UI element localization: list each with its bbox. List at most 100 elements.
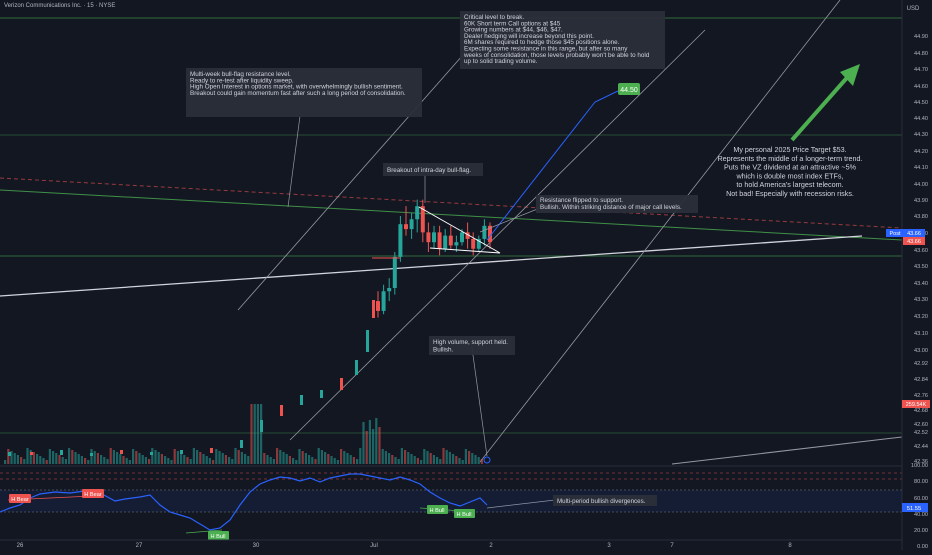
volume-bar (407, 452, 410, 464)
volume-bar (400, 448, 403, 464)
price-tick-label: 44.80 (914, 51, 928, 57)
volume-bar (298, 449, 301, 464)
volume-bar (199, 452, 202, 464)
candle-body (482, 225, 487, 239)
volume-bar (343, 451, 346, 464)
volume-bar (471, 453, 474, 464)
volume-bar (365, 431, 368, 464)
volume-bar (324, 452, 327, 464)
rsi-bear-label-1: H Bear (11, 497, 29, 503)
volume-bar (180, 453, 183, 464)
annotation-intraday[interactable]: Breakout of intra-day bull-flag. (383, 163, 483, 176)
volume-bar (103, 457, 106, 464)
price-tick-label: 42.92 (914, 361, 928, 367)
volume-bar (458, 458, 461, 464)
volume-bar (132, 449, 135, 464)
volume-bar (250, 404, 253, 464)
price-tick-label: 42.84 (914, 377, 928, 383)
annotation-critical[interactable]: Critical level to break. 60K Short term C… (460, 11, 665, 69)
volume-bar (135, 451, 138, 464)
volume-bar (13, 453, 16, 464)
volume-bar (359, 448, 362, 464)
annotation-intraday-text: Breakout of intra-day bull-flag. (387, 167, 471, 174)
volume-bar (58, 455, 61, 464)
volume-bar (362, 422, 365, 464)
rsi-bull-label-2: H Bull (457, 512, 472, 518)
volume-bar (55, 453, 58, 464)
annotation-multiweek[interactable]: Multi-week bull-flag resistance level. Re… (186, 68, 422, 117)
volume-bar (68, 448, 71, 464)
candle-body (404, 224, 408, 230)
candle-body (30, 452, 33, 455)
volume-bar (304, 453, 307, 464)
chart-background (0, 0, 932, 550)
post-label: Post (889, 231, 900, 237)
volume-bar (196, 450, 199, 464)
annotation-volume[interactable]: High volume, support held. Bullish. (429, 336, 515, 355)
volume-bar (224, 455, 227, 464)
candle-body (150, 452, 153, 455)
volume-bar (346, 453, 349, 464)
volume-bar (327, 454, 330, 464)
candle-body (432, 232, 436, 243)
candle-body (60, 450, 63, 455)
volume-bar (420, 460, 423, 464)
annotation-resistance[interactable]: Resistance flipped to support. Bullish. W… (536, 195, 698, 213)
volume-bar (352, 457, 355, 464)
candle-body (180, 450, 183, 454)
volume-bar (288, 456, 291, 464)
candle-body (471, 238, 476, 249)
volume-bar (474, 455, 477, 464)
volume-bar (205, 456, 208, 464)
rsi-bear-label-2: H Bear (84, 492, 102, 498)
volume-bar (253, 404, 256, 464)
volume-bar (272, 459, 275, 464)
volume-bar (36, 454, 39, 464)
rsi-tick-label: 100.00 (911, 463, 928, 469)
volume-bar (32, 452, 35, 464)
price-tick-label: 42.76 (914, 393, 928, 399)
price-tick-label: 44.20 (914, 149, 928, 155)
rsi-tick-label: 20.00 (914, 528, 928, 534)
volume-bar (39, 456, 42, 464)
volume-bar (157, 452, 160, 464)
rsi-tick-label: 80.00 (914, 479, 928, 485)
volume-bar (468, 451, 471, 464)
volume-bar (23, 459, 26, 464)
candle-body (448, 235, 453, 246)
candle-body (460, 232, 464, 243)
volume-bar (231, 459, 234, 464)
volume-bar (423, 449, 426, 464)
volume-bar (154, 450, 157, 464)
volume-bar (26, 448, 29, 464)
volume-bar (112, 450, 115, 464)
rsi-current-value: 51.55 (907, 506, 922, 512)
annotation-target-text: My personal 2025 Price Target $53. Repres… (717, 145, 862, 198)
time-tick-label: 26 (17, 543, 24, 549)
volume-bar (378, 427, 381, 464)
volume-bar (416, 458, 419, 464)
volume-bar (93, 451, 96, 464)
volume-bar (464, 449, 467, 464)
price-chart[interactable]: 44.50 Critical level to break. 60K Short … (0, 0, 932, 550)
volume-bar (308, 455, 311, 464)
volume-bar (128, 460, 131, 464)
price-tick-label: 44.90 (914, 34, 928, 40)
volume-bar (282, 452, 285, 464)
volume-bar (394, 457, 397, 464)
price-tick-label: 44.60 (914, 84, 928, 90)
volume-bar (285, 454, 288, 464)
volume-bar (96, 453, 99, 464)
candle-body (409, 219, 414, 230)
volume-bar (228, 457, 231, 464)
volume-bar (125, 458, 128, 464)
volume-bar (452, 454, 455, 464)
annotation-target[interactable]: My personal 2025 Price Target $53. Repres… (717, 145, 862, 198)
volume-bar (439, 459, 442, 464)
volume-bar (397, 459, 400, 464)
volume-bar (64, 459, 67, 464)
volume-bar (263, 453, 266, 464)
volume-bar (413, 456, 416, 464)
volume-bar (349, 455, 352, 464)
candle-body (443, 235, 448, 249)
